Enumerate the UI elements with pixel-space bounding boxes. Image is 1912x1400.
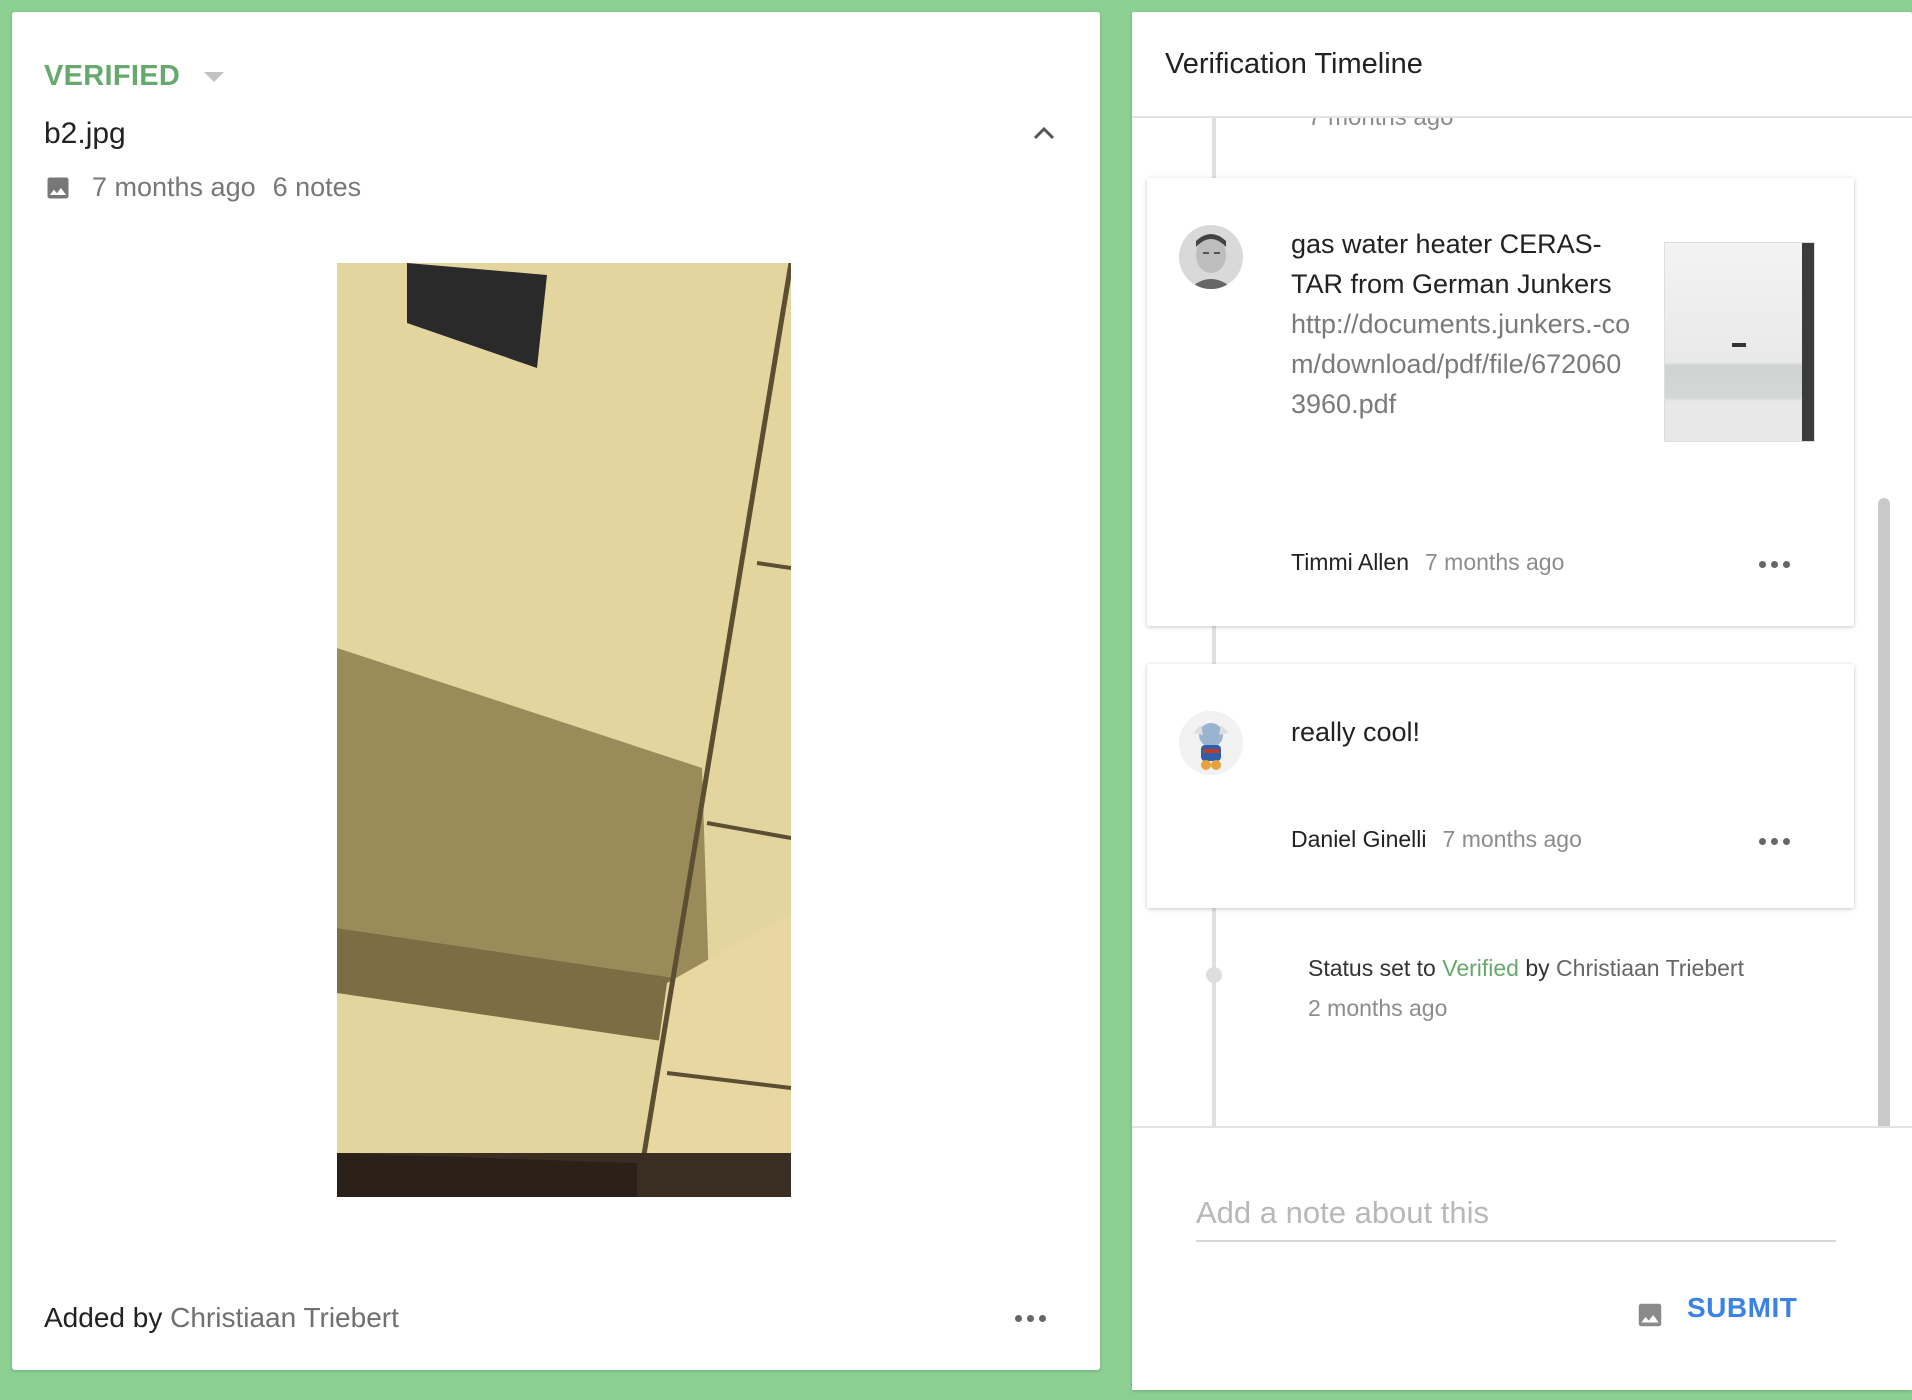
note-composer: SUBMIT — [1132, 1126, 1912, 1390]
clipped-timestamp: 7 months ago — [1308, 118, 1453, 132]
status-event: Status set to Verified by Christiaan Tri… — [1308, 948, 1744, 1028]
note-body: really cool! — [1291, 717, 1421, 747]
status-event-user[interactable]: Christiaan Triebert — [1556, 955, 1744, 981]
chevron-down-icon[interactable] — [204, 71, 225, 82]
submit-button[interactable]: SUBMIT — [1687, 1292, 1797, 1324]
scrollbar[interactable] — [1878, 498, 1890, 1126]
note-card: really cool! Daniel Ginelli 7 months ago — [1147, 664, 1854, 908]
added-by-author[interactable]: Christiaan Triebert — [170, 1302, 399, 1333]
status-event-by: by — [1525, 955, 1550, 981]
note-time: 7 months ago — [1442, 826, 1582, 852]
timeline-dot — [1206, 967, 1222, 983]
media-time: 7 months ago — [92, 172, 256, 202]
timeline-header: Verification Timeline — [1132, 12, 1912, 118]
chevron-up-icon[interactable] — [1026, 118, 1062, 148]
timeline-panel: Verification Timeline 7 months ago gas w… — [1132, 12, 1912, 1390]
note-link[interactable]: http://documents.junkers.-com/download/p… — [1291, 304, 1631, 424]
note-input[interactable] — [1196, 1186, 1836, 1242]
timeline-scroll-area[interactable]: 7 months ago gas water heater CERAS-TAR … — [1132, 118, 1912, 1126]
status-selector[interactable]: VERIFIED — [44, 60, 225, 93]
timeline-title: Verification Timeline — [1165, 48, 1423, 80]
note-time: 7 months ago — [1425, 549, 1565, 575]
more-icon[interactable] — [1759, 838, 1790, 845]
image-icon — [47, 177, 69, 198]
status-event-prefix: Status set to — [1308, 955, 1436, 981]
media-meta: 7 months ago 6 notes — [44, 172, 361, 203]
avatar[interactable] — [1179, 225, 1243, 289]
note-text: gas water heater CERAS-TAR from German J… — [1291, 224, 1631, 424]
note-body: gas water heater CERAS-TAR from German J… — [1291, 229, 1612, 299]
more-icon[interactable] — [1015, 1315, 1046, 1322]
note-footer: Timmi Allen 7 months ago — [1291, 549, 1564, 576]
media-title: b2.jpg — [44, 117, 126, 150]
added-by: Added by Christiaan Triebert — [44, 1302, 399, 1334]
attach-image-icon[interactable] — [1635, 1300, 1665, 1330]
note-author[interactable]: Daniel Ginelli — [1291, 826, 1427, 853]
note-author[interactable]: Timmi Allen — [1291, 549, 1409, 576]
note-attachment-image[interactable] — [1664, 242, 1815, 442]
notes-count[interactable]: 6 notes — [273, 172, 362, 203]
added-by-label: Added by — [44, 1302, 163, 1333]
note-footer: Daniel Ginelli 7 months ago — [1291, 826, 1582, 853]
status-event-status: Verified — [1442, 955, 1519, 981]
media-card: VERIFIED b2.jpg 7 months ago 6 notes Add… — [12, 12, 1100, 1370]
avatar[interactable] — [1179, 711, 1243, 775]
more-icon[interactable] — [1759, 561, 1790, 568]
status-event-time: 2 months ago — [1308, 995, 1448, 1021]
status-label[interactable]: VERIFIED — [44, 60, 180, 93]
note-card: gas water heater CERAS-TAR from German J… — [1147, 178, 1854, 626]
media-image[interactable] — [337, 263, 791, 1197]
